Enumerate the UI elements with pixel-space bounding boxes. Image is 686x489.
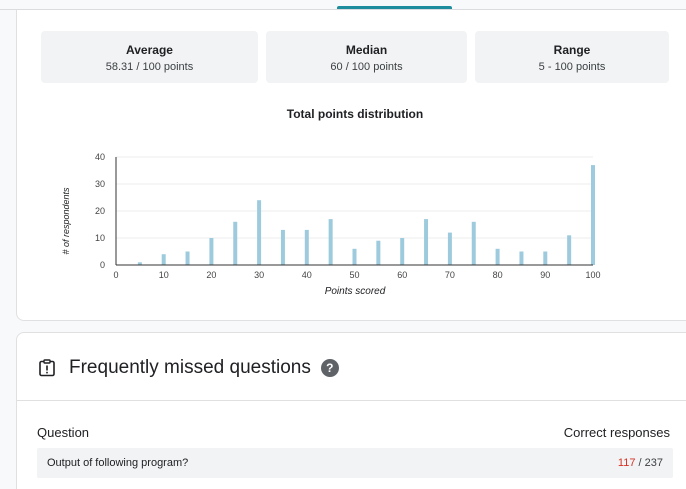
- frequently-missed-card: Frequently missed questions ? Question C…: [16, 332, 686, 489]
- bar-25: [233, 221, 238, 265]
- bar-20: [209, 238, 214, 265]
- bar-55: [376, 240, 381, 265]
- help-icon[interactable]: ?: [320, 359, 339, 377]
- bar-35: [280, 229, 285, 265]
- bar-70: [447, 232, 452, 265]
- chart-grid: [116, 156, 593, 239]
- x-tick-label: 20: [206, 270, 216, 280]
- missed-header: Frequently missed questions ?: [37, 353, 339, 383]
- bar-30: [257, 200, 262, 265]
- bar-45: [328, 219, 333, 265]
- responses-summary-page: Average 58.31 / 100 points Median 60 / 1…: [0, 0, 686, 489]
- x-tick-label: 80: [493, 270, 503, 280]
- question-column-header: Question: [37, 425, 90, 440]
- missed-title: Frequently missed questions: [69, 357, 311, 378]
- y-tick-label: 20: [95, 206, 105, 216]
- bar-85: [519, 251, 524, 265]
- question-score: 117 / 237: [618, 457, 663, 469]
- x-tick-label: 100: [585, 270, 600, 280]
- bar-90: [543, 251, 548, 265]
- question-text: Output of following program?: [47, 457, 189, 469]
- bar-75: [471, 221, 476, 265]
- x-tick-label: 10: [159, 270, 169, 280]
- y-tick-label: 0: [100, 260, 105, 270]
- bar-10: [161, 254, 166, 265]
- x-tick-label: 40: [302, 270, 312, 280]
- x-tick-label: 50: [349, 270, 359, 280]
- x-tick-label: 30: [254, 270, 264, 280]
- bar-50: [352, 248, 357, 265]
- bar-95: [567, 235, 572, 265]
- correct-count: 117: [617, 457, 636, 469]
- missed-divider: [17, 400, 686, 401]
- summary-card: Average 58.31 / 100 points Median 60 / 1…: [16, 10, 686, 321]
- bar-60: [400, 238, 405, 265]
- total-count: / 237: [635, 457, 663, 469]
- bar-15: [185, 251, 190, 265]
- x-tick-label: 0: [113, 270, 118, 280]
- chart-bars: [137, 165, 595, 265]
- correct-responses-column-header: Correct responses: [563, 425, 670, 440]
- x-tick-label: 70: [445, 270, 455, 280]
- y-tick-label: 40: [95, 152, 105, 162]
- x-tick-label: 60: [397, 270, 407, 280]
- y-tick-label: 10: [95, 233, 105, 243]
- clipboard-alert-icon: [39, 359, 55, 377]
- y-tick-label: 30: [95, 179, 105, 189]
- bar-80: [495, 248, 500, 265]
- bar-100: [591, 165, 595, 265]
- chart-axes: 0 10 20 30 40 0 10 20 30 40 50 60 70 80 90 100: [95, 152, 601, 280]
- bar-65: [424, 219, 429, 265]
- x-tick-label: 90: [540, 270, 550, 280]
- x-axis-label: Points scored: [325, 286, 386, 297]
- points-distribution-chart: 0 10 20 30 40 0 10 20 30 40 50 60 70 80 90 100 # of res…: [61, 152, 601, 297]
- bar-40: [304, 229, 309, 265]
- question-row[interactable]: Output of following program? 117 / 237: [37, 448, 673, 478]
- y-axis-label: # of respondents: [61, 187, 71, 255]
